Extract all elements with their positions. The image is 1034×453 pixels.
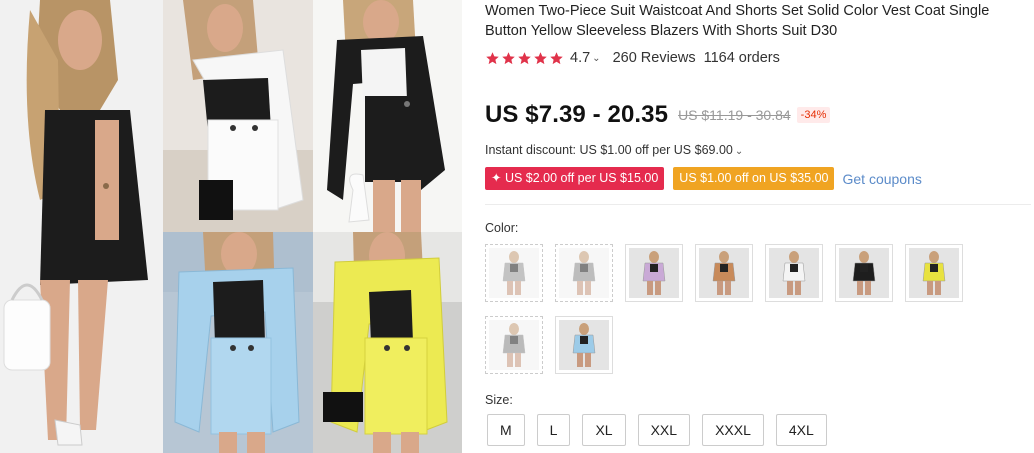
product-photo-yellow-vest[interactable]: [313, 232, 462, 453]
product-info-panel: Women Two-Piece Suit Waistcoat And Short…: [485, 0, 1034, 453]
star-icon: [533, 51, 548, 66]
color-swatch-gray-c[interactable]: [485, 316, 543, 374]
size-option-l[interactable]: L: [536, 414, 571, 446]
size-option-xxl[interactable]: XXL: [637, 414, 691, 446]
color-label: Color:: [485, 221, 519, 235]
instant-discount-text: Instant discount: US $1.00 off per US $6…: [485, 143, 733, 157]
get-coupons-link[interactable]: Get coupons: [842, 171, 921, 187]
reviews-link[interactable]: 260 Reviews: [613, 50, 696, 66]
coupon-badge-2[interactable]: US $1.00 off on US $35.00: [673, 167, 835, 190]
current-price: US $7.39 - 20.35: [485, 101, 669, 128]
color-swatch-gray-a[interactable]: [485, 244, 543, 302]
rating-stars[interactable]: [485, 51, 564, 66]
chevron-down-icon[interactable]: ⌄: [735, 146, 743, 157]
product-photo-black-vest-2[interactable]: [313, 0, 462, 232]
star-icon: [517, 51, 532, 66]
star-icon: [501, 51, 516, 66]
size-label: Size:: [485, 393, 513, 407]
chevron-down-icon[interactable]: ⌄: [592, 53, 600, 64]
star-icon: [485, 51, 500, 66]
color-swatch-blue[interactable]: [555, 316, 613, 374]
product-image-collage[interactable]: [0, 0, 462, 453]
size-options: M L XL XXL XXXL 4XL: [487, 414, 827, 446]
size-option-m[interactable]: M: [487, 414, 525, 446]
color-swatch-gray-b[interactable]: [555, 244, 613, 302]
coupon-badge-1[interactable]: ✦ US $2.00 off per US $15.00: [485, 167, 665, 190]
rating-row: 4.7 ⌄ 260 Reviews 1164 orders: [485, 49, 780, 67]
original-price: US $11.19 - 30.84: [678, 107, 791, 123]
star-icon: [549, 51, 564, 66]
price-row: US $7.39 - 20.35 US $11.19 - 30.84 -34%: [485, 99, 831, 131]
discount-badge: -34%: [796, 107, 831, 123]
orders-count: 1164 orders: [703, 50, 780, 66]
rating-value[interactable]: 4.7: [570, 50, 590, 66]
color-swatch-black[interactable]: [835, 244, 893, 302]
product-photo-white-vest[interactable]: [163, 0, 313, 232]
coupon-row: ✦ US $2.00 off per US $15.00 US $1.00 of…: [485, 167, 922, 190]
size-option-xl[interactable]: XL: [582, 414, 626, 446]
color-swatch-khaki[interactable]: [695, 244, 753, 302]
product-photo-black-vest[interactable]: [0, 0, 163, 453]
product-title: Women Two-Piece Suit Waistcoat And Short…: [485, 3, 990, 39]
color-swatch-lilac[interactable]: [625, 244, 683, 302]
size-option-xxxl[interactable]: XXXL: [702, 414, 764, 446]
product-photo-blue-vest[interactable]: [163, 232, 313, 453]
size-option-4xl[interactable]: 4XL: [775, 414, 827, 446]
section-divider: [485, 204, 1031, 205]
instant-discount[interactable]: Instant discount: US $1.00 off per US $6…: [485, 143, 755, 157]
color-swatch-yellow[interactable]: [905, 244, 963, 302]
color-swatch-white[interactable]: [765, 244, 823, 302]
